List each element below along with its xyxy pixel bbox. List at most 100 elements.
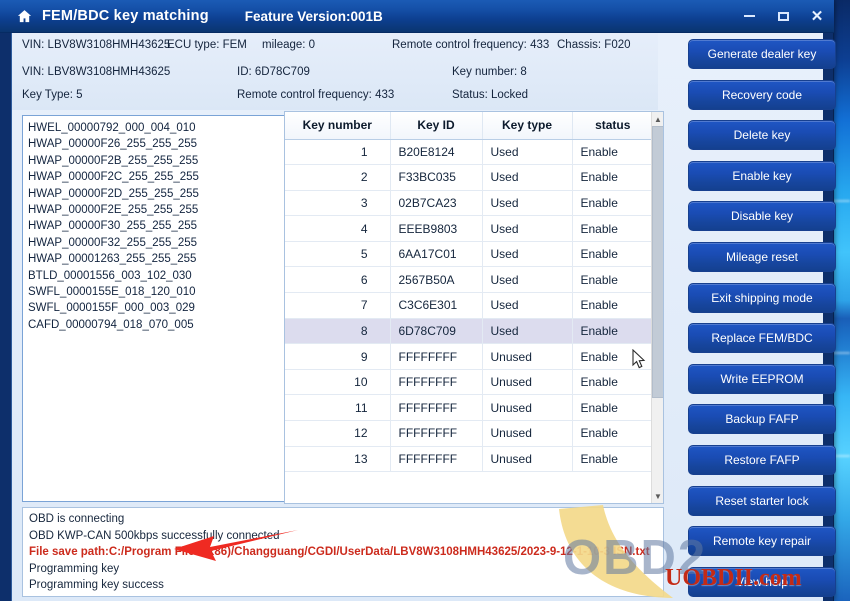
list-item[interactable]: SWFL_0000155F_000_003_029 [28, 300, 284, 316]
cell-id: 6D78C709 [390, 318, 483, 345]
log-line: OBD KWP-CAN 500kbps successfully connect… [29, 529, 280, 542]
list-item[interactable]: HWAP_00000F2B_255_255_255 [28, 153, 284, 169]
info-key-number: Key number: 8 [452, 66, 527, 78]
table-row[interactable]: 10 FFFFFFFF Unused Enable [285, 369, 653, 396]
table-row[interactable]: 6 2567B50A Used Enable [285, 266, 653, 294]
list-item[interactable]: HWAP_00000F2D_255_255_255 [28, 186, 284, 202]
maximize-button[interactable] [766, 3, 800, 29]
view-help-button[interactable]: View help [688, 566, 836, 597]
cell-type: Used [482, 215, 573, 242]
cell-type: Used [482, 190, 573, 217]
key-table: Key number Key ID Key type status 1 B20E8… [285, 112, 653, 473]
cell-id: 2567B50A [390, 266, 483, 294]
table-row[interactable]: 13 FFFFFFFF Unused Enable [285, 446, 653, 473]
list-item[interactable]: BTLD_00001556_003_102_030 [28, 268, 284, 284]
info-id: ID: 6D78C709 [237, 66, 310, 78]
recovery-code-button[interactable]: Recovery code [688, 79, 836, 110]
minimize-button[interactable] [732, 3, 766, 29]
cell-status: Enable [572, 190, 653, 217]
list-item[interactable]: SWFL_0000155E_018_120_010 [28, 284, 284, 300]
cell-type: Used [482, 241, 573, 268]
cell-status: Enable [572, 266, 653, 294]
mileage-reset-button[interactable]: Mileage reset [688, 242, 836, 272]
table-row[interactable]: 3 02B7CA23 Used Enable [285, 190, 653, 217]
cell-status: Enable [572, 241, 653, 268]
table-row[interactable]: 8 6D78C709 Used Enable [285, 318, 653, 345]
window-controls: ✕ [732, 3, 834, 29]
list-item[interactable]: HWAP_00000F2E_255_255_255 [28, 202, 284, 218]
column-header-status[interactable]: status [572, 112, 653, 140]
replace-fem-bdc-button[interactable]: Replace FEM/BDC [688, 323, 836, 354]
cell-status: Enable [572, 420, 653, 447]
cell-id: FFFFFFFF [390, 394, 483, 422]
enable-key-button[interactable]: Enable key [688, 160, 836, 191]
cell-id: C3C6E301 [390, 292, 483, 319]
cell-id: F33BC035 [390, 164, 483, 191]
column-header-key-id[interactable]: Key ID [390, 112, 483, 140]
table-row[interactable]: 4 EEEB9803 Used Enable [285, 215, 653, 242]
table-row[interactable]: 12 FFFFFFFF Unused Enable [285, 420, 653, 447]
cell-type: Unused [482, 420, 573, 447]
list-item[interactable]: CAFD_00000794_018_070_005 [28, 317, 284, 333]
delete-key-button[interactable]: Delete key [688, 120, 836, 151]
cell-number: 6 [285, 266, 391, 294]
list-item[interactable]: HWAP_00000F2C_255_255_255 [28, 169, 284, 185]
cell-id: FFFFFFFF [390, 343, 483, 370]
list-item[interactable]: HWAP_00001263_255_255_255 [28, 251, 284, 267]
cell-number: 8 [285, 318, 391, 345]
remote-key-repair-button[interactable]: Remote key repair [688, 526, 836, 557]
column-header-key-number[interactable]: Key number [285, 112, 391, 140]
generate-dealer-key-button[interactable]: Generate dealer key [688, 39, 836, 69]
cell-status: Enable [572, 446, 653, 473]
list-item[interactable]: HWAP_00000F30_255_255_255 [28, 218, 284, 234]
table-row[interactable]: 11 FFFFFFFF Unused Enable [285, 394, 653, 422]
cell-id: 6AA17C01 [390, 241, 483, 268]
chevron-up-icon[interactable]: ▲ [652, 112, 663, 126]
info-mileage: mileage: 0 [262, 39, 316, 51]
restore-fafp-button[interactable]: Restore FAFP [688, 445, 836, 475]
application-window: FEM/BDC key matching Feature Version:001… [0, 0, 836, 601]
list-item[interactable]: HWEL_00000792_000_004_010 [28, 120, 284, 136]
key-table-container[interactable]: Key number Key ID Key type status 1 B20E8… [284, 111, 664, 504]
table-row[interactable]: 1 B20E8124 Used Enable [285, 139, 653, 166]
chevron-down-icon[interactable]: ▼ [652, 489, 663, 503]
cell-id: FFFFFFFF [390, 369, 483, 396]
home-icon[interactable] [16, 8, 32, 24]
list-item[interactable]: HWAP_00000F26_255_255_255 [28, 136, 284, 152]
column-header-key-type[interactable]: Key type [482, 112, 573, 140]
info-vin-1: VIN: LBV8W3108HMH43625 [22, 39, 171, 51]
scrollbar-thumb[interactable] [652, 126, 663, 398]
table-row[interactable]: 5 6AA17C01 Used Enable [285, 241, 653, 268]
disable-key-button[interactable]: Disable key [688, 201, 836, 232]
reset-starter-lock-button[interactable]: Reset starter lock [688, 485, 836, 516]
cell-number: 2 [285, 164, 391, 191]
cell-id: FFFFFFFF [390, 420, 483, 447]
title-bar[interactable]: FEM/BDC key matching Feature Version:001… [0, 0, 834, 33]
app-title: FEM/BDC key matching [42, 8, 209, 24]
client-area: VIN: LBV8W3108HMH43625 ECU type: FEM mil… [11, 33, 836, 601]
key-table-scrollbar[interactable]: ▲ ▼ [651, 112, 663, 503]
cell-type: Unused [482, 394, 573, 422]
backup-fafp-button[interactable]: Backup FAFP [688, 404, 836, 435]
list-item[interactable]: HWAP_00000F32_255_255_255 [28, 235, 284, 251]
cell-id: 02B7CA23 [390, 190, 483, 217]
cell-id: EEEB9803 [390, 215, 483, 242]
ecu-software-list[interactable]: HWEL_00000792_000_004_010 HWAP_00000F26_2… [22, 115, 285, 502]
log-line: OBD is connecting [29, 513, 125, 525]
table-row[interactable]: 9 FFFFFFFF Unused Enable [285, 343, 653, 370]
action-button-column: Generate dealer key Recovery code Delete k… [674, 33, 836, 601]
write-eeprom-button[interactable]: Write EEPROM [688, 363, 836, 394]
table-row[interactable]: 2 F33BC035 Used Enable [285, 164, 653, 191]
info-ecu-type: ECU type: FEM [167, 39, 247, 51]
table-row[interactable]: 7 C3C6E301 Used Enable [285, 292, 653, 319]
exit-shipping-mode-button[interactable]: Exit shipping mode [688, 282, 836, 313]
close-button[interactable]: ✕ [800, 3, 834, 29]
info-remote-freq-1: Remote control frequency: 433 [392, 39, 550, 51]
key-table-header: Key number Key ID Key type status [285, 112, 653, 140]
cell-status: Enable [572, 369, 653, 396]
cell-type: Used [482, 266, 573, 294]
info-status: Status: Locked [452, 89, 529, 101]
cell-type: Unused [482, 343, 573, 370]
cell-number: 1 [285, 139, 391, 166]
log-output-panel[interactable]: OBD is connecting OBD KWP-CAN 500kbps suc… [22, 507, 664, 597]
